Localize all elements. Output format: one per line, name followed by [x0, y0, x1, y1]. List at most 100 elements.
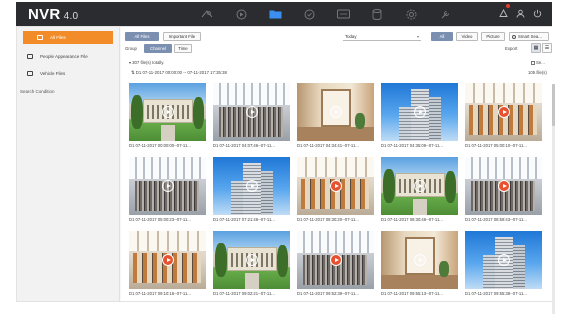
- select-all-checkbox[interactable]: Se...: [531, 60, 545, 65]
- file-thumbnail[interactable]: D1 07-11-2017 07:21:46--07-11...: [213, 157, 290, 222]
- thumbnail-image[interactable]: [381, 157, 458, 215]
- content-frame: All Files People Appearance File Vehicle…: [16, 26, 555, 314]
- file-thumbnail[interactable]: D1 07-11-2017 04:07:46--07-11...: [213, 83, 290, 148]
- file-thumbnail[interactable]: D1 07-11-2017 08:30:20--07-11...: [297, 157, 374, 222]
- file-thumbnail[interactable]: D1 07-11-2017 05:00:23--07-11...: [129, 157, 206, 222]
- date-filter-dropdown[interactable]: Today ▾: [343, 32, 421, 41]
- scrollbar-thumb[interactable]: [552, 84, 555, 126]
- type-picture-button[interactable]: Picture: [481, 32, 505, 41]
- all-files-icon: [37, 35, 43, 40]
- configuration-icon[interactable]: [394, 2, 428, 26]
- thumbnail-image[interactable]: [129, 231, 206, 289]
- play-icon[interactable]: [161, 254, 174, 266]
- thumbnail-caption: D1 07-11-2017 08:30:46--07-11...: [381, 217, 443, 222]
- thumbnail-image[interactable]: [129, 83, 206, 141]
- smart-search-label: Smart Sea...: [518, 34, 542, 39]
- group-time-button[interactable]: Time: [174, 44, 192, 53]
- maintenance-icon[interactable]: [428, 2, 462, 26]
- file-thumbnail[interactable]: D1 07-11-2017 09:02:21--07-11...: [213, 231, 290, 296]
- smart-analysis-icon[interactable]: [292, 2, 326, 26]
- time-range: ⇅ D1 07-11-2017 00:00:00 -- 07-11-2017 1…: [131, 70, 227, 76]
- app-logo: NVR 4.0: [16, 6, 166, 23]
- power-icon[interactable]: [533, 5, 542, 23]
- main-nav: [190, 2, 462, 26]
- file-thumbnail[interactable]: D1 07-11-2017 09:55:13--07-11...: [381, 231, 458, 296]
- grid-view-icon[interactable]: ▦: [531, 43, 541, 53]
- results-summary: ▾ 307 file(s) totally.: [129, 60, 164, 65]
- all-files-button[interactable]: All Files: [125, 32, 159, 41]
- thumbnail-image[interactable]: [129, 157, 206, 215]
- file-thumbnail[interactable]: D1 07-11-2017 04:35:09--07-11...: [381, 83, 458, 148]
- play-icon[interactable]: [245, 106, 258, 118]
- sidebar-item-people-appearance[interactable]: People Appearance File: [17, 50, 119, 63]
- play-icon[interactable]: [413, 254, 426, 266]
- play-icon[interactable]: [329, 180, 342, 192]
- play-icon[interactable]: [497, 254, 510, 266]
- thumbnail-image[interactable]: [465, 157, 542, 215]
- thumbnail-image[interactable]: [213, 231, 290, 289]
- play-icon[interactable]: [329, 106, 342, 118]
- play-icon[interactable]: [413, 180, 426, 192]
- file-thumbnail[interactable]: D1 07-11-2017 00:00:00--07-11...: [129, 83, 206, 148]
- nvr-window: NVR 4.0 All Files People Appearance File…: [0, 0, 565, 314]
- thumbnail-image[interactable]: [381, 231, 458, 289]
- app-version: 4.0: [63, 10, 79, 22]
- file-thumbnail[interactable]: D1 07-11-2017 05:00:10--07-11...: [465, 83, 542, 148]
- export-button[interactable]: Export: [505, 46, 517, 51]
- storage-icon[interactable]: [360, 2, 394, 26]
- sidebar-item-vehicle-files[interactable]: Vehicle Files: [17, 67, 119, 80]
- notification-icon[interactable]: [499, 4, 510, 23]
- file-thumbnail[interactable]: D1 07-11-2017 08:30:46--07-11...: [381, 157, 458, 222]
- smart-search-button[interactable]: Smart Sea...: [509, 32, 549, 41]
- thumbnail-image[interactable]: [297, 83, 374, 141]
- user-icon[interactable]: [516, 5, 525, 23]
- thumbnail-caption: D1 07-11-2017 04:35:09--07-11...: [381, 143, 443, 148]
- play-icon[interactable]: [413, 106, 426, 118]
- thumbnail-image[interactable]: [465, 83, 542, 141]
- sidebar-item-all-files[interactable]: All Files: [23, 31, 113, 44]
- sidebar: All Files People Appearance File Vehicle…: [17, 27, 120, 301]
- important-file-button[interactable]: Important File: [163, 32, 201, 41]
- thumbnail-caption: D1 07-11-2017 00:00:00--07-11...: [129, 143, 191, 148]
- thumbnail-image[interactable]: [297, 231, 374, 289]
- top-bar: NVR 4.0: [16, 2, 552, 26]
- group-channel-button[interactable]: Channel: [144, 44, 172, 53]
- thumbnail-caption: D1 07-11-2017 04:07:46--07-11...: [213, 143, 275, 148]
- file-thumbnail[interactable]: D1 07-11-2017 09:10:16--07-11...: [129, 231, 206, 296]
- thumbnail-image[interactable]: [213, 83, 290, 141]
- play-icon[interactable]: [497, 180, 510, 192]
- file-thumbnail[interactable]: D1 07-11-2017 04:34:41--07-11...: [297, 83, 374, 148]
- sidebar-item-label: Vehicle Files: [40, 71, 66, 76]
- playback-icon[interactable]: [224, 2, 258, 26]
- file-thumbnail[interactable]: D1 07-11-2017 09:52:39--07-11...: [297, 231, 374, 296]
- file-thumbnail[interactable]: D1 07-11-2017 09:55:38--07-11...: [465, 231, 542, 296]
- thumbnail-caption: D1 07-11-2017 09:55:38--07-11...: [465, 291, 527, 296]
- thumbnail-caption: D1 07-11-2017 04:34:41--07-11...: [297, 143, 359, 148]
- play-icon[interactable]: [161, 180, 174, 192]
- thumbnail-image[interactable]: [381, 83, 458, 141]
- main-panel: All Files Important File Today ▾ All Vid…: [121, 27, 552, 301]
- play-icon[interactable]: [245, 180, 258, 192]
- thumbnail-caption: D1 07-11-2017 08:59:43--07-11...: [465, 217, 527, 222]
- select-all-label: Se...: [536, 60, 545, 65]
- thumbnail-image[interactable]: [465, 231, 542, 289]
- thumbnail-image[interactable]: [213, 157, 290, 215]
- play-icon[interactable]: [497, 106, 510, 118]
- thumbnail-caption: D1 07-11-2017 09:52:39--07-11...: [297, 291, 359, 296]
- thumbnail-image[interactable]: [297, 157, 374, 215]
- thumbnail-caption: D1 07-11-2017 09:02:21--07-11...: [213, 291, 275, 296]
- type-video-button[interactable]: Video: [456, 32, 478, 41]
- file-management-icon[interactable]: [258, 2, 292, 26]
- sidebar-item-label: All Files: [50, 35, 66, 40]
- list-view-icon[interactable]: ☰: [542, 43, 552, 53]
- alarm-icon[interactable]: [326, 2, 360, 26]
- vertical-scrollbar[interactable]: [552, 84, 555, 314]
- thumbnail-caption: D1 07-11-2017 05:00:10--07-11...: [465, 143, 527, 148]
- play-icon[interactable]: [161, 106, 174, 118]
- type-all-button[interactable]: All: [431, 32, 453, 41]
- play-icon[interactable]: [329, 254, 342, 266]
- file-thumbnail[interactable]: D1 07-11-2017 08:59:43--07-11...: [465, 157, 542, 222]
- thumbnail-caption: D1 07-11-2017 09:10:16--07-11...: [129, 291, 191, 296]
- live-view-icon[interactable]: [190, 2, 224, 26]
- play-icon[interactable]: [245, 254, 258, 266]
